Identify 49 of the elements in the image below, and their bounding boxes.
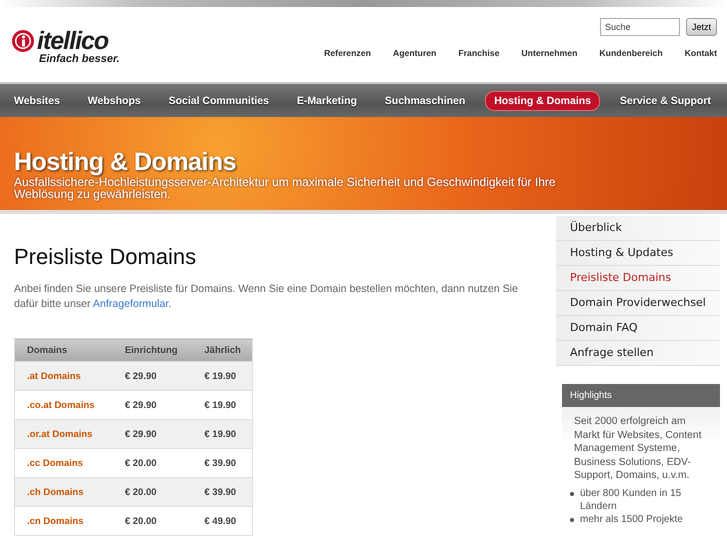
domain-link[interactable]: .at Domains xyxy=(14,362,113,390)
logo-tagline: Einfach besser. xyxy=(39,53,120,65)
domain-link[interactable]: .or.at Domains xyxy=(14,420,113,448)
main-nav-tab[interactable]: E-Marketing xyxy=(288,92,365,110)
top-nav-link[interactable]: Unternehmen xyxy=(521,48,578,58)
column-header: Domains xyxy=(14,338,113,362)
inquiry-form-link[interactable]: Anfrageformular xyxy=(92,298,168,310)
top-nav-link[interactable]: Agenturen xyxy=(392,48,436,58)
search-button[interactable]: Jetzt xyxy=(686,18,717,36)
price-cell: € 20.00 xyxy=(112,506,192,536)
column-header: Jährlich xyxy=(192,338,252,362)
intro-text: Anbei finden Sie unsere Preisliste für Domains. Wenn Sie eine Domain bestellen möchten, dann nutzen Sie dafür bitte unser Anfrageformular. xyxy=(14,282,519,312)
main-nav-tab[interactable]: Hosting & Domains xyxy=(485,90,600,110)
main-nav-tab[interactable]: Service & Support xyxy=(612,92,719,110)
bullet-icon xyxy=(570,518,574,522)
main-nav-tab[interactable]: Social Communities xyxy=(160,92,277,110)
top-nav-link[interactable]: Kontakt xyxy=(684,48,717,58)
bullet-icon xyxy=(570,492,574,496)
logo-icon xyxy=(11,29,35,53)
domain-link[interactable]: .cn Domains xyxy=(14,506,113,536)
price-cell: € 29.90 xyxy=(112,362,192,390)
banner-subtitle: Ausfallssichere-Hochleistungsserver-Architektur um maximale Sicherheit und Geschwindigkeit für Ihre Weblösung zu gewährleisten. xyxy=(14,176,557,200)
search-field[interactable]: Suche xyxy=(600,18,680,36)
top-nav-link[interactable]: Kundenbereich xyxy=(599,48,663,58)
top-nav-link[interactable]: Referenzen xyxy=(324,48,371,58)
page-heading: Preisliste Domains xyxy=(14,244,198,270)
top-nav-link[interactable]: Franchise xyxy=(458,48,500,58)
logo-wordmark[interactable]: itellico xyxy=(37,29,108,53)
price-cell: € 39.90 xyxy=(192,478,252,506)
highlight-bullet: mehr als 1500 Projekte xyxy=(580,512,683,526)
column-header: Einrichtung xyxy=(112,338,192,362)
sidebar-item[interactable]: Preisliste Domains xyxy=(556,266,720,291)
price-cell: € 29.90 xyxy=(112,420,192,448)
highlights-text: Seit 2000 erfolgreich am Markt für Websites, Content Management Systeme, Business Solutions, EDV-Support, Domains, u.v.m. xyxy=(573,415,702,483)
banner-title: Hosting & Domains xyxy=(14,148,238,176)
main-nav-tab[interactable]: Webshops xyxy=(80,92,149,110)
price-cell: € 20.00 xyxy=(112,478,192,506)
sidebar-item[interactable]: Überblick xyxy=(556,216,720,241)
domain-link[interactable]: .ch Domains xyxy=(14,478,113,506)
sidebar-item[interactable]: Hosting & Updates xyxy=(556,241,720,266)
price-cell: € 49.90 xyxy=(192,506,252,536)
sidebar-item[interactable]: Anfrage stellen xyxy=(556,341,720,366)
highlights-title: Highlights xyxy=(562,384,720,407)
main-nav-tab[interactable]: Websites xyxy=(6,92,68,110)
sidebar-item[interactable]: Domain FAQ xyxy=(556,316,720,341)
price-cell: € 19.90 xyxy=(192,420,252,448)
main-nav-tab[interactable]: Suchmaschinen xyxy=(376,92,474,110)
price-cell: € 19.90 xyxy=(192,362,252,390)
sidebar-item[interactable]: Domain Providerwechsel xyxy=(556,291,720,316)
